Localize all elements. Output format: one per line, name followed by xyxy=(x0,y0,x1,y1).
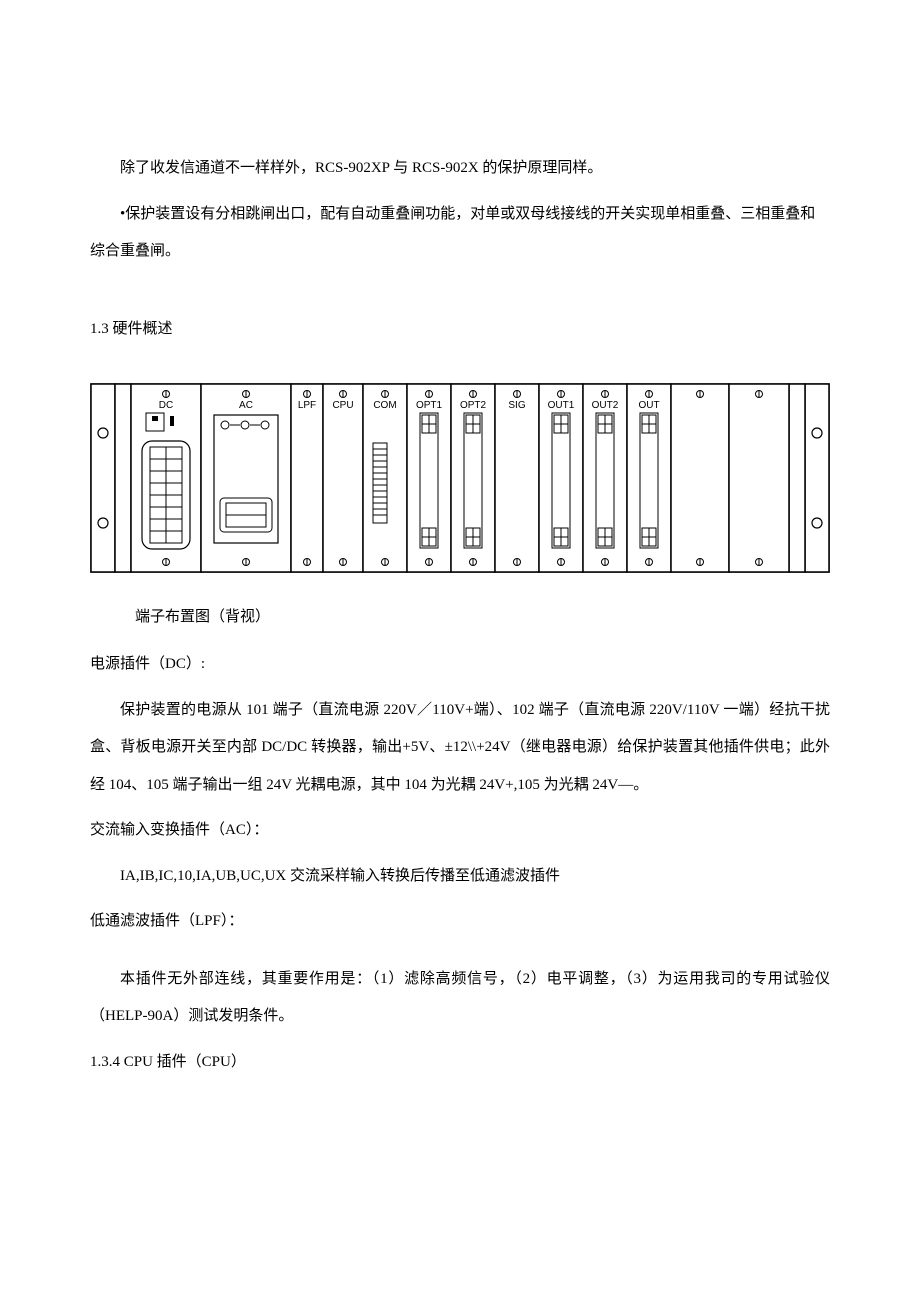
terminal-layout-diagram: DC AC LPF xyxy=(90,383,830,573)
cpu-title: 1.3.4 CPU 插件（CPU） xyxy=(90,1044,830,1082)
lpf-title: 低通滤波插件（LPF）： xyxy=(90,903,830,941)
slot-label-opt2: OPT2 xyxy=(460,400,487,411)
paragraph-1: 除了收发信通道不一样样外，RCS-902XP 与 RCS-902X 的保护原理同… xyxy=(90,150,830,188)
slot-label-ac: AC xyxy=(239,400,253,411)
diagram-caption: 端子布置图（背视） xyxy=(90,599,830,637)
slot-label-lpf: LPF xyxy=(298,400,316,411)
lpf-body: 本插件无外部连线，其重要作用是：（1）滤除高频信号，（2）电平调整，（3）为运用… xyxy=(90,961,830,1036)
dc-title: 电源插件（DC）: xyxy=(90,646,830,684)
slot-label-com: COM xyxy=(373,400,396,411)
dc-body: 保护装置的电源从 101 端子（直流电源 220V／110V+端）、102 端子… xyxy=(90,692,830,805)
slot-label-out2: OUT2 xyxy=(592,400,619,411)
slot-label-out1: OUT1 xyxy=(548,400,575,411)
slot-label-cpu: CPU xyxy=(332,400,353,411)
ac-body: IA,IB,IC,10,IA,UB,UC,UX 交流采样输入转换后传播至低通滤波… xyxy=(90,858,830,896)
paragraph-2: •保护装置设有分相跳闸出口，配有自动重叠闸功能，对单或双母线接线的开关实现单相重… xyxy=(90,196,830,271)
slot-label-opt1: OPT1 xyxy=(416,400,443,411)
slot-label-dc: DC xyxy=(159,400,173,411)
ac-title: 交流输入变换插件（AC）： xyxy=(90,812,830,850)
slot-label-sig: SIG xyxy=(508,400,525,411)
slot-label-out: OUT xyxy=(638,400,659,411)
section-1-3-header: 1.3 硬件概述 xyxy=(90,311,830,349)
